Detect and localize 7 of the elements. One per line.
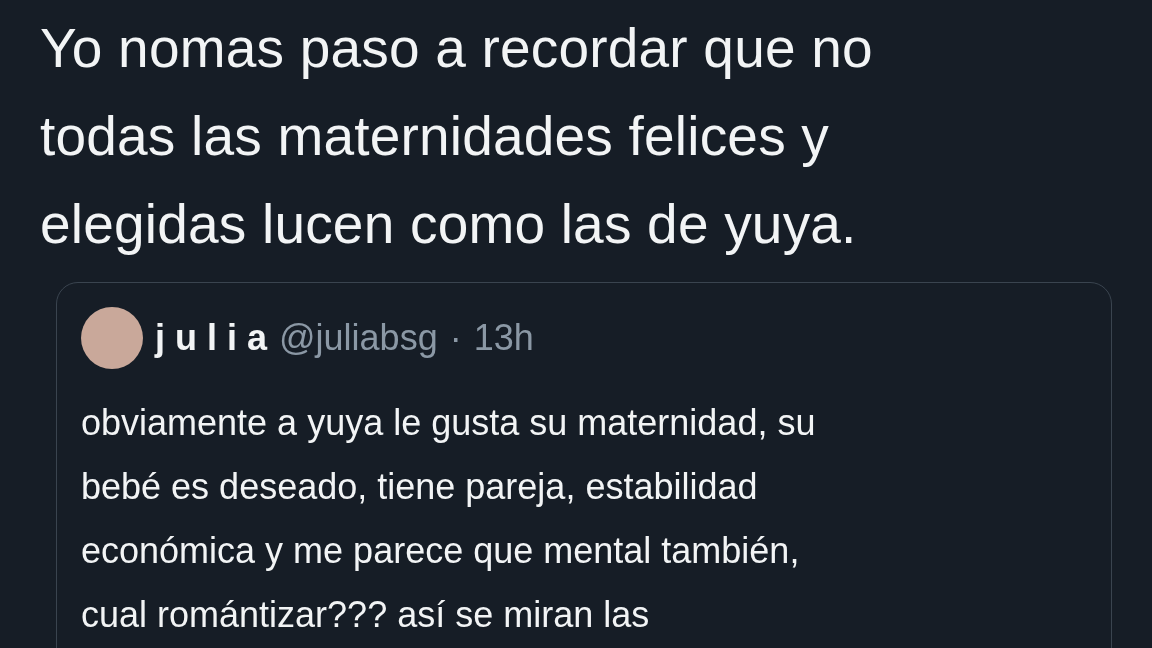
timestamp: 13h (473, 317, 534, 359)
tweet-text: Yo nomas paso a recordar que no todas las maternidades felices y elegidas lucen como las de yuya. (40, 16, 874, 257)
user-handle: @juliabsg (279, 317, 438, 359)
quoted-tweet-card[interactable]: j u l i a @juliabsg · 13h obviamente a yuya le gusta su maternidad, su bebé es deseado, tiene pareja, estabilidad económica y me parece que mental también, cual romántizar??? así se miran las (56, 282, 1112, 648)
display-name: j u l i a (155, 317, 268, 359)
separator-dot: · (449, 317, 462, 359)
quoted-tweet-text: obviamente a yuya le gusta su maternidad, su bebé es deseado, tiene pareja, estabilidad económica y me parece que mental también, cual romántizar??? así se miran las (81, 401, 817, 637)
